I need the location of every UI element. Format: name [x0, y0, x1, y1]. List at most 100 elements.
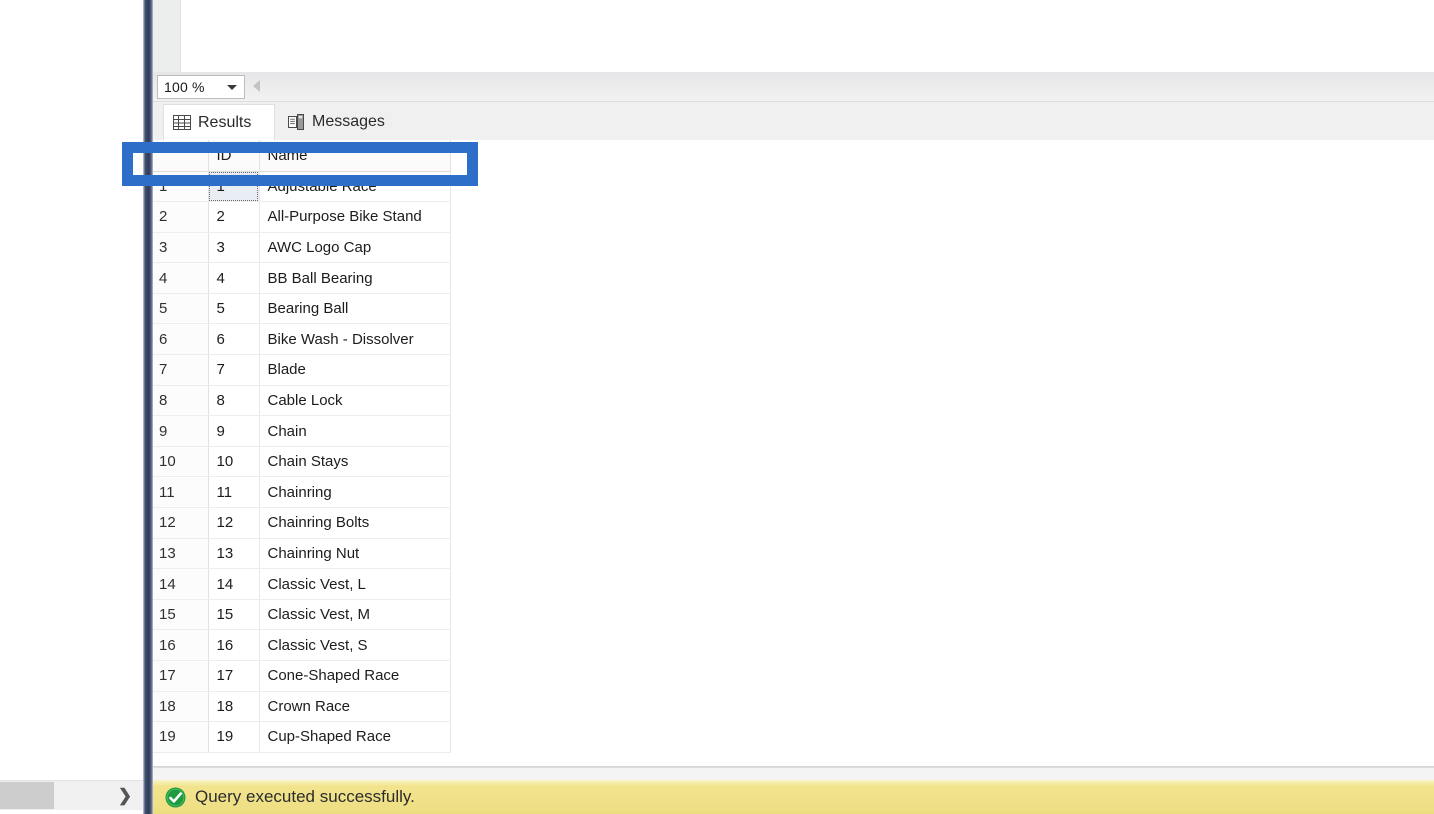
row-number[interactable]: 6 — [153, 323, 209, 356]
row-number[interactable]: 9 — [153, 415, 209, 447]
cell-id[interactable]: 18 — [208, 691, 260, 723]
cell-name[interactable]: Classic Vest, S — [259, 629, 451, 661]
cell-name[interactable]: Crown Race — [259, 691, 451, 723]
cell-id[interactable]: 2 — [208, 201, 260, 233]
row-number[interactable]: 11 — [153, 476, 209, 509]
cell-id[interactable]: 8 — [208, 385, 260, 417]
table-row[interactable]: 9 9 Chain — [153, 415, 451, 447]
zoom-level-value: 100 % — [164, 79, 205, 95]
cell-name[interactable]: Cable Lock — [259, 385, 451, 417]
chevron-down-icon[interactable] — [227, 85, 237, 90]
cell-name[interactable]: Chainring — [259, 476, 451, 509]
cell-name[interactable]: Adjustable Race — [259, 171, 451, 203]
table-row[interactable]: 16 16 Classic Vest, S — [153, 629, 451, 661]
row-number[interactable]: 7 — [153, 354, 209, 386]
row-number[interactable]: 17 — [153, 660, 209, 692]
table-row[interactable]: 11 11 Chainring — [153, 476, 451, 509]
row-number[interactable]: 10 — [153, 446, 209, 478]
cell-id[interactable]: 13 — [208, 538, 260, 570]
docked-panel-edge[interactable] — [143, 0, 153, 814]
cell-name[interactable]: BB Ball Bearing — [259, 262, 451, 294]
table-row[interactable]: 10 10 Chain Stays — [153, 446, 451, 478]
cell-name[interactable]: All-Purpose Bike Stand — [259, 201, 451, 233]
table-body: 1 1 Adjustable Race 2 2 All-Purpose Bike… — [153, 171, 451, 753]
row-number[interactable]: 5 — [153, 293, 209, 325]
cell-name[interactable]: Bike Wash - Dissolver — [259, 323, 451, 356]
row-number[interactable]: 12 — [153, 507, 209, 539]
cell-id[interactable]: 3 — [208, 232, 260, 264]
horizontal-scrollbar[interactable]: ❯ — [0, 780, 143, 810]
table-row[interactable]: 15 15 Classic Vest, M — [153, 599, 451, 631]
cell-id[interactable]: 16 — [208, 629, 260, 661]
cell-id[interactable]: 9 — [208, 415, 260, 447]
cell-id[interactable]: 10 — [208, 446, 260, 478]
cell-id[interactable]: 5 — [208, 293, 260, 325]
zoom-level-combobox[interactable]: 100 % — [157, 75, 245, 99]
table-row[interactable]: 13 13 Chainring Nut — [153, 538, 451, 570]
row-number[interactable]: 4 — [153, 262, 209, 294]
cell-name[interactable]: Blade — [259, 354, 451, 386]
app-window: ❯ 100 % Results Messages ID Name 1 1 Adj… — [0, 0, 1434, 814]
column-header-rownum[interactable] — [153, 140, 209, 172]
table-row[interactable]: 7 7 Blade — [153, 354, 451, 386]
table-row[interactable]: 4 4 BB Ball Bearing — [153, 262, 451, 294]
scrollbar-thumb[interactable] — [0, 782, 54, 809]
chevron-right-icon[interactable]: ❯ — [113, 781, 137, 811]
table-row[interactable]: 8 8 Cable Lock — [153, 385, 451, 417]
tab-messages-label: Messages — [312, 113, 385, 130]
table-row[interactable]: 5 5 Bearing Ball — [153, 293, 451, 325]
row-number[interactable]: 16 — [153, 629, 209, 661]
cell-id[interactable]: 19 — [208, 721, 260, 753]
cell-id[interactable]: 17 — [208, 660, 260, 692]
table-row[interactable]: 18 18 Crown Race — [153, 691, 451, 723]
table-row[interactable]: 6 6 Bike Wash - Dissolver — [153, 323, 451, 356]
row-number[interactable]: 3 — [153, 232, 209, 264]
cell-name[interactable]: Classic Vest, M — [259, 599, 451, 631]
cell-name[interactable]: Chain — [259, 415, 451, 447]
cell-id[interactable]: 4 — [208, 262, 260, 294]
column-header-name[interactable]: Name — [259, 140, 451, 172]
row-number[interactable]: 8 — [153, 385, 209, 417]
cell-id[interactable]: 15 — [208, 599, 260, 631]
chevron-left-icon[interactable] — [253, 80, 260, 92]
cell-id[interactable]: 11 — [208, 476, 260, 509]
results-grid[interactable]: ID Name 1 1 Adjustable Race 2 2 All-Purp… — [153, 140, 1434, 767]
table-row[interactable]: 2 2 All-Purpose Bike Stand — [153, 201, 451, 233]
cell-name[interactable]: Cone-Shaped Race — [259, 660, 451, 692]
cell-id[interactable]: 12 — [208, 507, 260, 539]
row-number[interactable]: 19 — [153, 721, 209, 753]
results-tab-strip: Results Messages — [153, 102, 1434, 140]
cell-id[interactable]: 14 — [208, 568, 260, 600]
success-check-icon — [165, 787, 186, 807]
cell-name[interactable]: AWC Logo Cap — [259, 232, 451, 264]
cell-name[interactable]: Bearing Ball — [259, 293, 451, 325]
table-row[interactable]: 3 3 AWC Logo Cap — [153, 232, 451, 264]
tab-results[interactable]: Results — [163, 104, 275, 140]
table-row[interactable]: 19 19 Cup-Shaped Race — [153, 721, 451, 753]
row-number[interactable]: 13 — [153, 538, 209, 570]
cell-id[interactable]: 1 — [208, 171, 260, 203]
row-number[interactable]: 15 — [153, 599, 209, 631]
cell-id[interactable]: 6 — [208, 323, 260, 356]
cell-id[interactable]: 7 — [208, 354, 260, 386]
tab-messages[interactable]: Messages — [279, 104, 421, 140]
row-number[interactable]: 1 — [153, 171, 209, 203]
row-number[interactable]: 14 — [153, 568, 209, 600]
row-number[interactable]: 2 — [153, 201, 209, 233]
column-header-id[interactable]: ID — [208, 140, 260, 172]
table-row[interactable]: 14 14 Classic Vest, L — [153, 568, 451, 600]
cell-name[interactable]: Classic Vest, L — [259, 568, 451, 600]
table-row[interactable]: 12 12 Chainring Bolts — [153, 507, 451, 539]
results-table: ID Name 1 1 Adjustable Race 2 2 All-Purp… — [153, 140, 451, 753]
cell-name[interactable]: Cup-Shaped Race — [259, 721, 451, 753]
cell-name[interactable]: Chainring Bolts — [259, 507, 451, 539]
cell-name[interactable]: Chainring Nut — [259, 538, 451, 570]
tab-results-label: Results — [198, 113, 252, 131]
table-header-row: ID Name — [153, 140, 451, 172]
row-number[interactable]: 18 — [153, 691, 209, 723]
left-workspace-blank — [0, 0, 143, 778]
cell-name[interactable]: Chain Stays — [259, 446, 451, 478]
table-row[interactable]: 1 1 Adjustable Race — [153, 171, 451, 203]
editor-gutter — [153, 0, 181, 72]
table-row[interactable]: 17 17 Cone-Shaped Race — [153, 660, 451, 692]
